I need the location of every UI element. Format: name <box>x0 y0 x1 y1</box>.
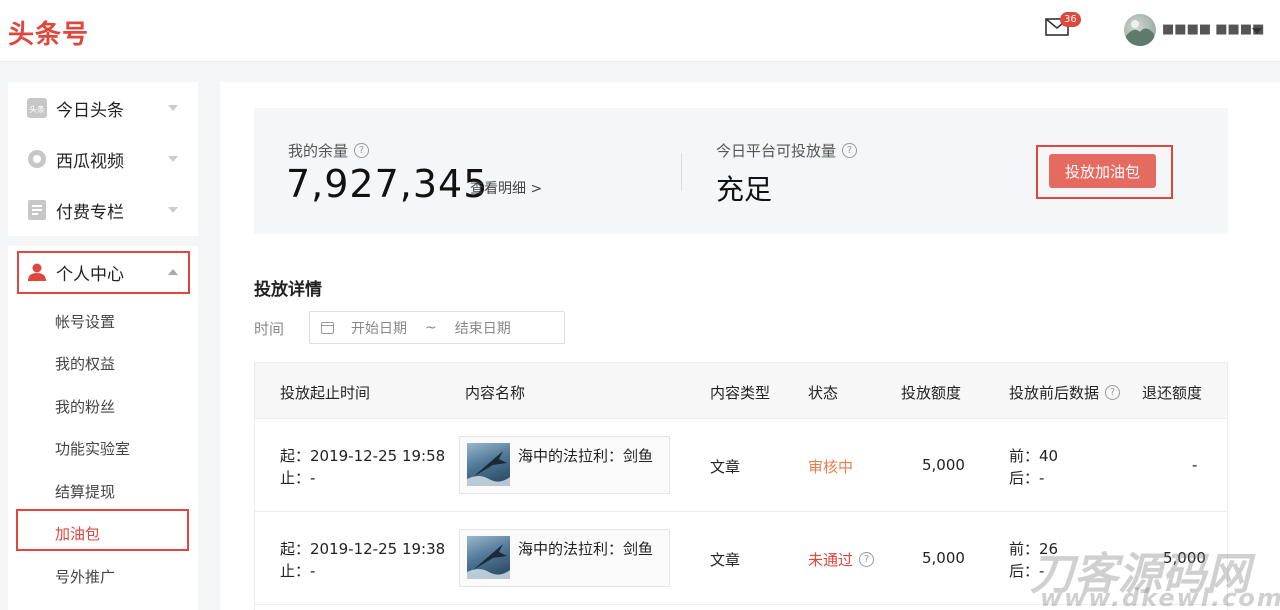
date-separator: ~ <box>425 319 437 336</box>
start-time: 起：2019-12-25 19:58 <box>280 447 446 465</box>
amount: 5,000 <box>922 549 965 567</box>
chevron-down-icon[interactable] <box>1252 28 1262 34</box>
end-time: 止：- <box>280 562 316 580</box>
section-title: 投放详情 <box>254 280 322 300</box>
data-before: 前：40 <box>1009 447 1059 465</box>
column-header-refund: 退还额度 <box>1142 384 1203 402</box>
end-time: 止：- <box>280 469 316 487</box>
watermark-url: www.dkewl.com <box>1040 584 1280 610</box>
status-text: 未通过 <box>808 551 854 569</box>
content-type: 文章 <box>710 458 741 476</box>
column-header-amount: 投放额度 <box>901 384 962 402</box>
view-details-link[interactable]: 查看明细 > <box>470 178 542 198</box>
logo[interactable]: 头条号 <box>8 14 89 51</box>
sidebar-subitem-settlement[interactable]: 结算提现 <box>55 481 115 502</box>
toutiao-icon: 头条 <box>27 98 47 118</box>
platform-label: 今日平台可投放量 <box>716 142 837 160</box>
chevron-down-icon <box>168 156 178 162</box>
column-header-status: 状态 <box>808 384 839 402</box>
end-date-input[interactable]: 结束日期 <box>455 318 511 338</box>
sidebar-item-xigua[interactable]: 西瓜视频 <box>8 139 198 179</box>
chevron-down-icon <box>168 207 178 213</box>
table-header: 投放起止时间 内容名称 内容类型 状态 投放额度 投放前后数据 ? 退还额度 <box>255 363 1227 419</box>
content-type: 文章 <box>710 551 741 569</box>
column-header-time: 投放起止时间 <box>280 384 371 402</box>
platform-value: 充足 <box>716 173 773 206</box>
sidebar-item-label: 付费专栏 <box>56 202 124 223</box>
highlight-box <box>16 509 189 551</box>
sidebar-platforms: 头条 今日头条 西瓜视频 付费专栏 <box>8 82 198 236</box>
help-icon[interactable]: ? <box>354 143 370 158</box>
status-badge: 未通过 ? <box>808 549 875 570</box>
amount: 5,000 <box>922 456 965 474</box>
svg-text:头条: 头条 <box>29 104 45 114</box>
content-card[interactable]: 海中的法拉利：剑鱼 <box>459 436 670 494</box>
sidebar-item-column[interactable]: 付费专栏 <box>8 190 198 230</box>
refund-amount: - <box>1192 456 1198 474</box>
highlight-box <box>17 251 190 294</box>
sidebar-item-label: 西瓜视频 <box>56 151 124 172</box>
avatar[interactable] <box>1124 14 1156 46</box>
data-after: 后：- <box>1009 469 1045 487</box>
article-thumbnail <box>467 443 510 486</box>
column-header-data-label: 投放前后数据 <box>1009 384 1100 402</box>
help-icon[interactable]: ? <box>859 552 875 567</box>
sidebar-personal: 个人中心 帐号设置 我的权益 我的粉丝 功能实验室 结算提现 加油包 号外推广 <box>8 246 198 610</box>
top-bar: 头条号 36 ■■■■ ■■■■ <box>0 0 1280 62</box>
help-icon[interactable]: ? <box>842 143 858 158</box>
start-time: 起：2019-12-25 19:38 <box>280 540 446 558</box>
time-label: 时间 <box>254 320 285 338</box>
column-header-content: 内容名称 <box>465 384 526 402</box>
platform-label-row: 今日平台可投放量 ? <box>716 140 858 161</box>
sidebar-subitem-lab[interactable]: 功能实验室 <box>55 438 130 459</box>
date-range-picker[interactable]: 开始日期 ~ 结束日期 <box>309 311 565 344</box>
notification-badge: 36 <box>1060 12 1081 27</box>
content-title: 海中的法拉利：剑鱼 <box>518 447 654 465</box>
balance-value: 7,927,345 <box>286 162 489 206</box>
chevron-down-icon <box>168 105 178 111</box>
sidebar-item-label: 今日头条 <box>56 100 124 121</box>
article-thumbnail <box>467 536 510 579</box>
start-date-input[interactable]: 开始日期 <box>351 318 407 338</box>
column-header-data: 投放前后数据 ? <box>1009 382 1121 403</box>
xigua-icon <box>27 149 47 169</box>
calendar-icon <box>321 321 334 334</box>
sidebar-subitem-fans[interactable]: 我的粉丝 <box>55 396 115 417</box>
status-badge: 审核中 <box>808 458 854 476</box>
table-row: 起：2019-12-25 19:58 止：- 海中的法拉利：剑鱼 文章 审核中 … <box>255 419 1227 512</box>
sidebar-subitem-rights[interactable]: 我的权益 <box>55 353 115 374</box>
sidebar-item-toutiao[interactable]: 头条 今日头条 <box>8 88 198 128</box>
help-icon[interactable]: ? <box>1105 385 1121 400</box>
buy-booster-button[interactable]: 投放加油包 <box>1049 154 1156 188</box>
sidebar-subitem-promotion[interactable]: 号外推广 <box>55 566 115 587</box>
balance-label: 我的余量 <box>288 142 349 160</box>
content-card[interactable]: 海中的法拉利：剑鱼 <box>459 529 670 587</box>
divider <box>681 153 682 191</box>
balance-label-row: 我的余量 ? <box>288 140 370 161</box>
username[interactable]: ■■■■ ■■■■ <box>1162 22 1264 37</box>
sidebar-subitem-account-settings[interactable]: 帐号设置 <box>55 311 115 332</box>
column-header-type: 内容类型 <box>710 384 771 402</box>
column-icon <box>27 200 47 220</box>
content-title: 海中的法拉利：剑鱼 <box>518 540 654 558</box>
